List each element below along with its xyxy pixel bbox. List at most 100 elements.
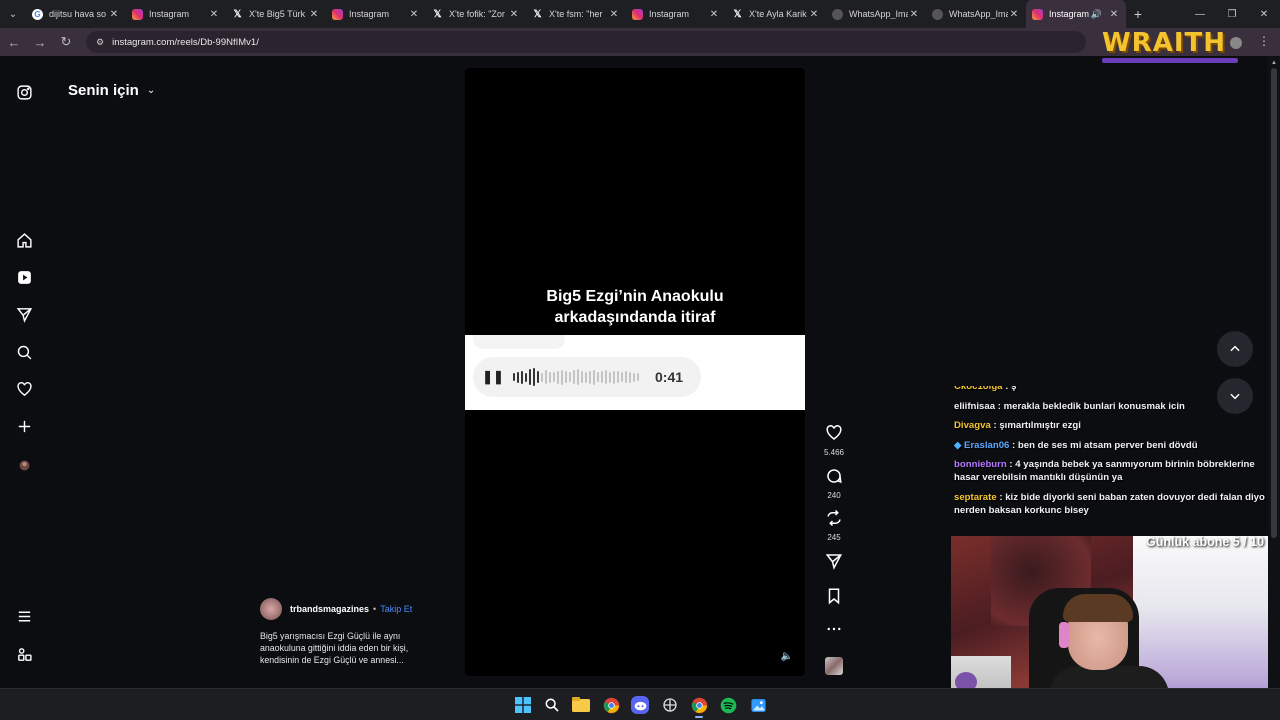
- voice-message-panel: ❚❚ 0:41: [465, 335, 805, 410]
- back-arrow-icon[interactable]: ←: [2, 30, 26, 54]
- tab-title: Instagram: [649, 9, 690, 19]
- close-tab-icon[interactable]: ✕: [1008, 9, 1020, 20]
- profile-badge-icon: [1230, 37, 1242, 49]
- app-wheel-icon[interactable]: [661, 696, 679, 714]
- direct-messages-icon[interactable]: [14, 304, 34, 324]
- site-info-icon[interactable]: ⚙: [96, 37, 104, 48]
- save-button[interactable]: [822, 587, 846, 610]
- stream-brand-logo: WRAITH: [1102, 24, 1248, 62]
- reels-icon[interactable]: [14, 267, 34, 287]
- windows-start-icon[interactable]: [514, 696, 532, 714]
- close-tab-icon[interactable]: ✕: [608, 9, 620, 20]
- waveform-bar: [545, 370, 547, 384]
- tab-title: Instagram: [349, 9, 390, 19]
- follow-button[interactable]: Takip Et: [380, 604, 412, 614]
- close-tab-icon[interactable]: ✕: [508, 9, 520, 20]
- waveform-bar: [537, 371, 539, 383]
- browser-tab[interactable]: Instagram ✕: [626, 0, 726, 28]
- close-window-icon[interactable]: ✕: [1248, 0, 1280, 28]
- close-tab-icon[interactable]: ✕: [208, 9, 220, 20]
- taskbar-search-icon[interactable]: [543, 696, 561, 714]
- scrollbar-thumb[interactable]: [1271, 68, 1277, 538]
- more-options-button[interactable]: [822, 620, 846, 643]
- reel-video-player[interactable]: Big5 Ezgi’nin Anaokulu arkadaşındanda it…: [465, 68, 805, 676]
- author-username[interactable]: trbandsmagazines: [290, 604, 369, 614]
- discord-icon[interactable]: [631, 696, 649, 714]
- chat-separator: :: [995, 400, 1004, 412]
- browser-tab[interactable]: 𝕏 X'te Ayla Karik ✕: [726, 0, 826, 28]
- instagram-favicon-icon: [1032, 8, 1043, 20]
- address-bar[interactable]: ⚙ instagram.com/reels/Db-99NfIMv1/: [86, 31, 1086, 53]
- chat-text: merakla bekledik bunlari konusmak icin: [1003, 400, 1185, 412]
- scroll-up-arrow-icon[interactable]: ▲: [1271, 60, 1277, 66]
- reload-icon[interactable]: ↻: [54, 30, 78, 54]
- post-caption[interactable]: Big5 yarışmacısı Ezgi Güçlü ile aynı ana…: [260, 630, 430, 666]
- chat-text: ben de ses mi atsam perver beni dövdü: [1017, 439, 1198, 451]
- close-tab-icon[interactable]: ✕: [908, 9, 920, 20]
- tab-title: WhatsApp_Ima: [849, 9, 908, 19]
- volume-icon[interactable]: 🔈: [781, 651, 793, 662]
- search-icon[interactable]: [14, 342, 34, 362]
- close-tab-icon[interactable]: ✕: [308, 9, 320, 20]
- waveform-bar: [573, 370, 575, 384]
- chat-message: septarate : kiz bide diyorki seni baban …: [954, 491, 1280, 517]
- comment-button[interactable]: 240: [822, 467, 846, 500]
- chrome-active-icon[interactable]: [690, 696, 708, 714]
- spotify-icon[interactable]: [719, 696, 737, 714]
- close-tab-icon[interactable]: ✕: [808, 9, 820, 20]
- tab-search-chevron-icon[interactable]: ⌄: [0, 0, 26, 28]
- previous-reel-button[interactable]: [1217, 331, 1253, 367]
- forward-arrow-icon[interactable]: →: [28, 30, 52, 54]
- browser-tab[interactable]: 𝕏 X'te fofik: "Zor ✕: [426, 0, 526, 28]
- chat-separator: :: [1002, 386, 1012, 392]
- feed-selector[interactable]: Senin için ⌄: [68, 82, 155, 99]
- close-tab-icon[interactable]: ✕: [408, 9, 420, 20]
- like-button[interactable]: 5.466: [822, 424, 846, 457]
- audio-waveform: [513, 367, 645, 387]
- create-plus-icon[interactable]: [14, 416, 34, 436]
- previous-message-bubble: [473, 335, 565, 349]
- chat-message: Ckoc1olga : ş: [954, 386, 1280, 393]
- close-tab-icon[interactable]: ✕: [108, 9, 120, 20]
- browser-tab[interactable]: Gdijitsu hava so ✕: [26, 0, 126, 28]
- author-avatar[interactable]: [260, 598, 282, 620]
- comment-icon: [827, 469, 842, 484]
- browser-tab[interactable]: 𝕏 X'te fsm: "her ✕: [526, 0, 626, 28]
- browser-tab[interactable]: Instagram ✕: [326, 0, 426, 28]
- chat-text: ş: [1011, 386, 1017, 392]
- brand-underline: [1102, 58, 1238, 63]
- chat-message: Divagva : şımartılmıştır ezgi: [954, 419, 1280, 432]
- waveform-bar: [633, 372, 635, 382]
- browser-tab[interactable]: 𝕏 X'te Big5 Türk ✕: [226, 0, 326, 28]
- profile-avatar[interactable]: [14, 455, 34, 475]
- waveform-bar: [585, 371, 587, 383]
- tab-title: WhatsApp_Ima: [949, 9, 1008, 19]
- close-tab-icon[interactable]: ✕: [708, 9, 720, 20]
- browser-tab[interactable]: Instagram ✕: [126, 0, 226, 28]
- repost-button[interactable]: 245: [822, 509, 846, 542]
- browser-tab[interactable]: WhatsApp_Ima ✕: [926, 0, 1026, 28]
- notifications-heart-icon[interactable]: [14, 379, 34, 399]
- waveform-bar: [577, 369, 579, 385]
- separator-dot: •: [373, 604, 377, 614]
- also-from-meta-icon[interactable]: [14, 644, 34, 664]
- new-tab-button[interactable]: +: [1126, 6, 1150, 22]
- file-explorer-icon[interactable]: [572, 696, 590, 714]
- chat-username: Ckoc1olga: [954, 386, 1003, 392]
- audio-thumbnail[interactable]: [825, 657, 843, 675]
- waveform-bar: [621, 372, 623, 382]
- x-favicon-icon: 𝕏: [733, 8, 742, 20]
- browser-menu-icon[interactable]: ⋮: [1258, 34, 1270, 48]
- photos-icon[interactable]: [749, 696, 767, 714]
- comment-count: 240: [827, 491, 841, 500]
- more-menu-icon[interactable]: [14, 606, 34, 626]
- home-icon[interactable]: [14, 230, 34, 250]
- tab-audio-icon[interactable]: 🔊: [1091, 9, 1102, 20]
- reel-headline: Big5 Ezgi’nin Anaokulu arkadaşındanda it…: [465, 286, 805, 328]
- share-button[interactable]: [822, 552, 846, 575]
- instagram-logo-icon[interactable]: [14, 82, 34, 102]
- chrome-icon[interactable]: [602, 696, 620, 714]
- close-tab-icon[interactable]: ✕: [1108, 9, 1120, 20]
- x-favicon-icon: 𝕏: [433, 8, 442, 20]
- browser-tab[interactable]: WhatsApp_Ima ✕: [826, 0, 926, 28]
